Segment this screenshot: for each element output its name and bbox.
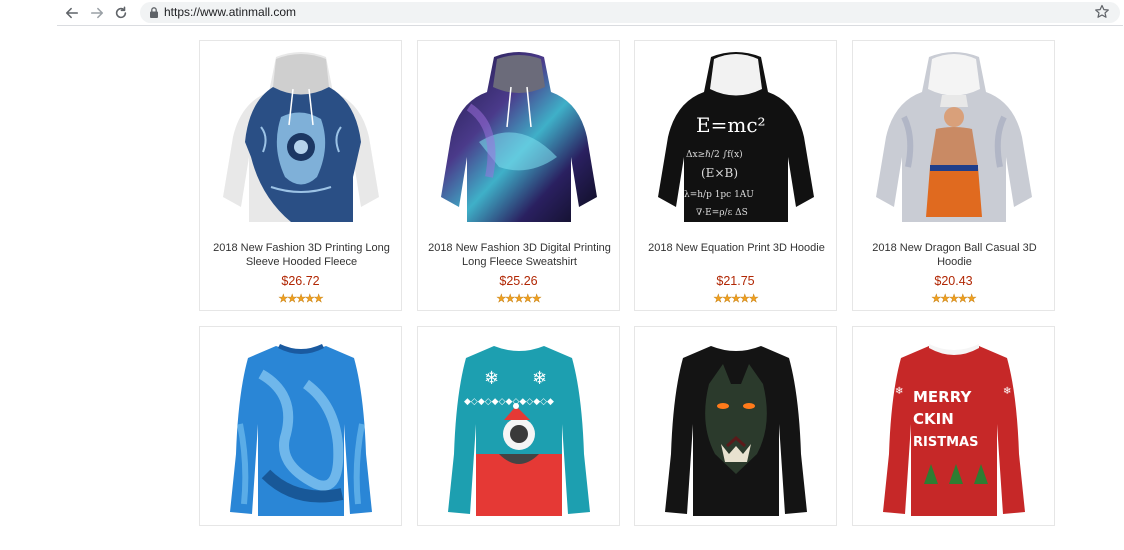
teal-christmas-cat-sweatshirt-image[interactable]: ❄ ❄ ◆◇◆◇◆◇◆◇◆◇◆◇◆	[444, 334, 594, 519]
back-arrow-icon[interactable]	[62, 3, 82, 23]
svg-text:❄: ❄	[1003, 386, 1011, 397]
product-price: $20.43	[934, 274, 973, 288]
product-card[interactable]: 2018 New Dragon Ball Casual 3D Hoodie $2…	[852, 40, 1055, 311]
merry-christmas-sweater-image[interactable]: MERRY CKIN RISTMAS ❄ ❄	[879, 334, 1029, 519]
equation-hoodie-image[interactable]: E=mc² Δx≥ℏ/2 ∫f(x) (E×B) λ=h/p 1pc 1AU ∇…	[656, 47, 816, 232]
product-price: $25.26	[499, 274, 538, 288]
star-icon: ★★★★★	[496, 293, 542, 305]
product-card[interactable]: MERRY CKIN RISTMAS ❄ ❄	[852, 326, 1055, 526]
product-card[interactable]: 2018 New Fashion 3D Printing Long Sleeve…	[199, 40, 402, 311]
svg-text:λ=h/p 1pc 1AU: λ=h/p 1pc 1AU	[684, 190, 754, 200]
reload-icon[interactable]	[111, 3, 131, 23]
blue-marble-sweatshirt-image[interactable]	[226, 334, 376, 519]
product-card[interactable]: E=mc² Δx≥ℏ/2 ∫f(x) (E×B) λ=h/p 1pc 1AU ∇…	[634, 40, 837, 311]
rating-stars: ★★★★★	[853, 292, 1054, 305]
star-icon: ★★★★★	[931, 293, 977, 305]
product-title[interactable]: 2018 New Fashion 3D Printing Long Sleeve…	[204, 241, 399, 269]
address-bar[interactable]: https://www.atinmall.com	[140, 2, 1120, 23]
product-image[interactable]	[853, 41, 1054, 237]
dragon-ball-hoodie-image[interactable]	[874, 47, 1034, 232]
svg-text:∇·E=ρ/ε ΔS: ∇·E=ρ/ε ΔS	[696, 208, 748, 218]
product-image[interactable]	[200, 327, 401, 525]
wolf-sweatshirt-image[interactable]	[661, 334, 811, 519]
product-title[interactable]: 2018 New Dragon Ball Casual 3D Hoodie	[857, 241, 1052, 269]
product-image[interactable]	[418, 41, 619, 237]
product-image[interactable]: E=mc² Δx≥ℏ/2 ∫f(x) (E×B) λ=h/p 1pc 1AU ∇…	[635, 41, 836, 237]
product-image[interactable]: ❄ ❄ ◆◇◆◇◆◇◆◇◆◇◆◇◆	[418, 327, 619, 525]
product-image[interactable]: MERRY CKIN RISTMAS ❄ ❄	[853, 327, 1054, 525]
svg-text:❄: ❄	[895, 386, 903, 397]
svg-text:RISTMAS: RISTMAS	[913, 435, 978, 450]
blue-paisley-hoodie-image[interactable]	[221, 47, 381, 232]
rating-stars: ★★★★★	[200, 292, 401, 305]
product-image[interactable]	[200, 41, 401, 237]
svg-text:CKIN: CKIN	[913, 410, 954, 428]
product-image[interactable]	[635, 327, 836, 525]
svg-text:❄: ❄	[532, 368, 547, 389]
product-title[interactable]: 2018 New Fashion 3D Digital Printing Lon…	[422, 241, 617, 269]
svg-text:◆◇◆◇◆◇◆◇◆◇◆◇◆: ◆◇◆◇◆◇◆◇◆◇◆◇◆	[464, 397, 554, 407]
product-title[interactable]: 2018 New Equation Print 3D Hoodie	[639, 241, 834, 255]
svg-text:Δx≥ℏ/2 ∫f(x): Δx≥ℏ/2 ∫f(x)	[686, 149, 743, 160]
rating-stars: ★★★★★	[635, 292, 836, 305]
svg-text:E=mc²: E=mc²	[696, 113, 766, 137]
forward-arrow-icon[interactable]	[87, 3, 107, 23]
svg-text:MERRY: MERRY	[913, 388, 972, 406]
product-card[interactable]: 2018 New Fashion 3D Digital Printing Lon…	[417, 40, 620, 311]
svg-text:(E×B): (E×B)	[701, 166, 738, 180]
browser-toolbar: https://www.atinmall.com	[0, 0, 1124, 26]
product-card[interactable]	[634, 326, 837, 526]
star-icon: ★★★★★	[278, 293, 324, 305]
product-card[interactable]	[199, 326, 402, 526]
url-text[interactable]: https://www.atinmall.com	[164, 5, 296, 19]
product-price: $26.72	[281, 274, 320, 288]
product-price: $21.75	[716, 274, 755, 288]
lock-icon	[150, 7, 158, 18]
rating-stars: ★★★★★	[418, 292, 619, 305]
bookmark-star-icon[interactable]	[1094, 4, 1110, 20]
svg-text:❄: ❄	[484, 368, 499, 389]
star-icon: ★★★★★	[713, 293, 759, 305]
galaxy-hoodie-image[interactable]	[439, 47, 599, 232]
toolbar-divider	[57, 25, 1123, 26]
product-card[interactable]: ❄ ❄ ◆◇◆◇◆◇◆◇◆◇◆◇◆	[417, 326, 620, 526]
